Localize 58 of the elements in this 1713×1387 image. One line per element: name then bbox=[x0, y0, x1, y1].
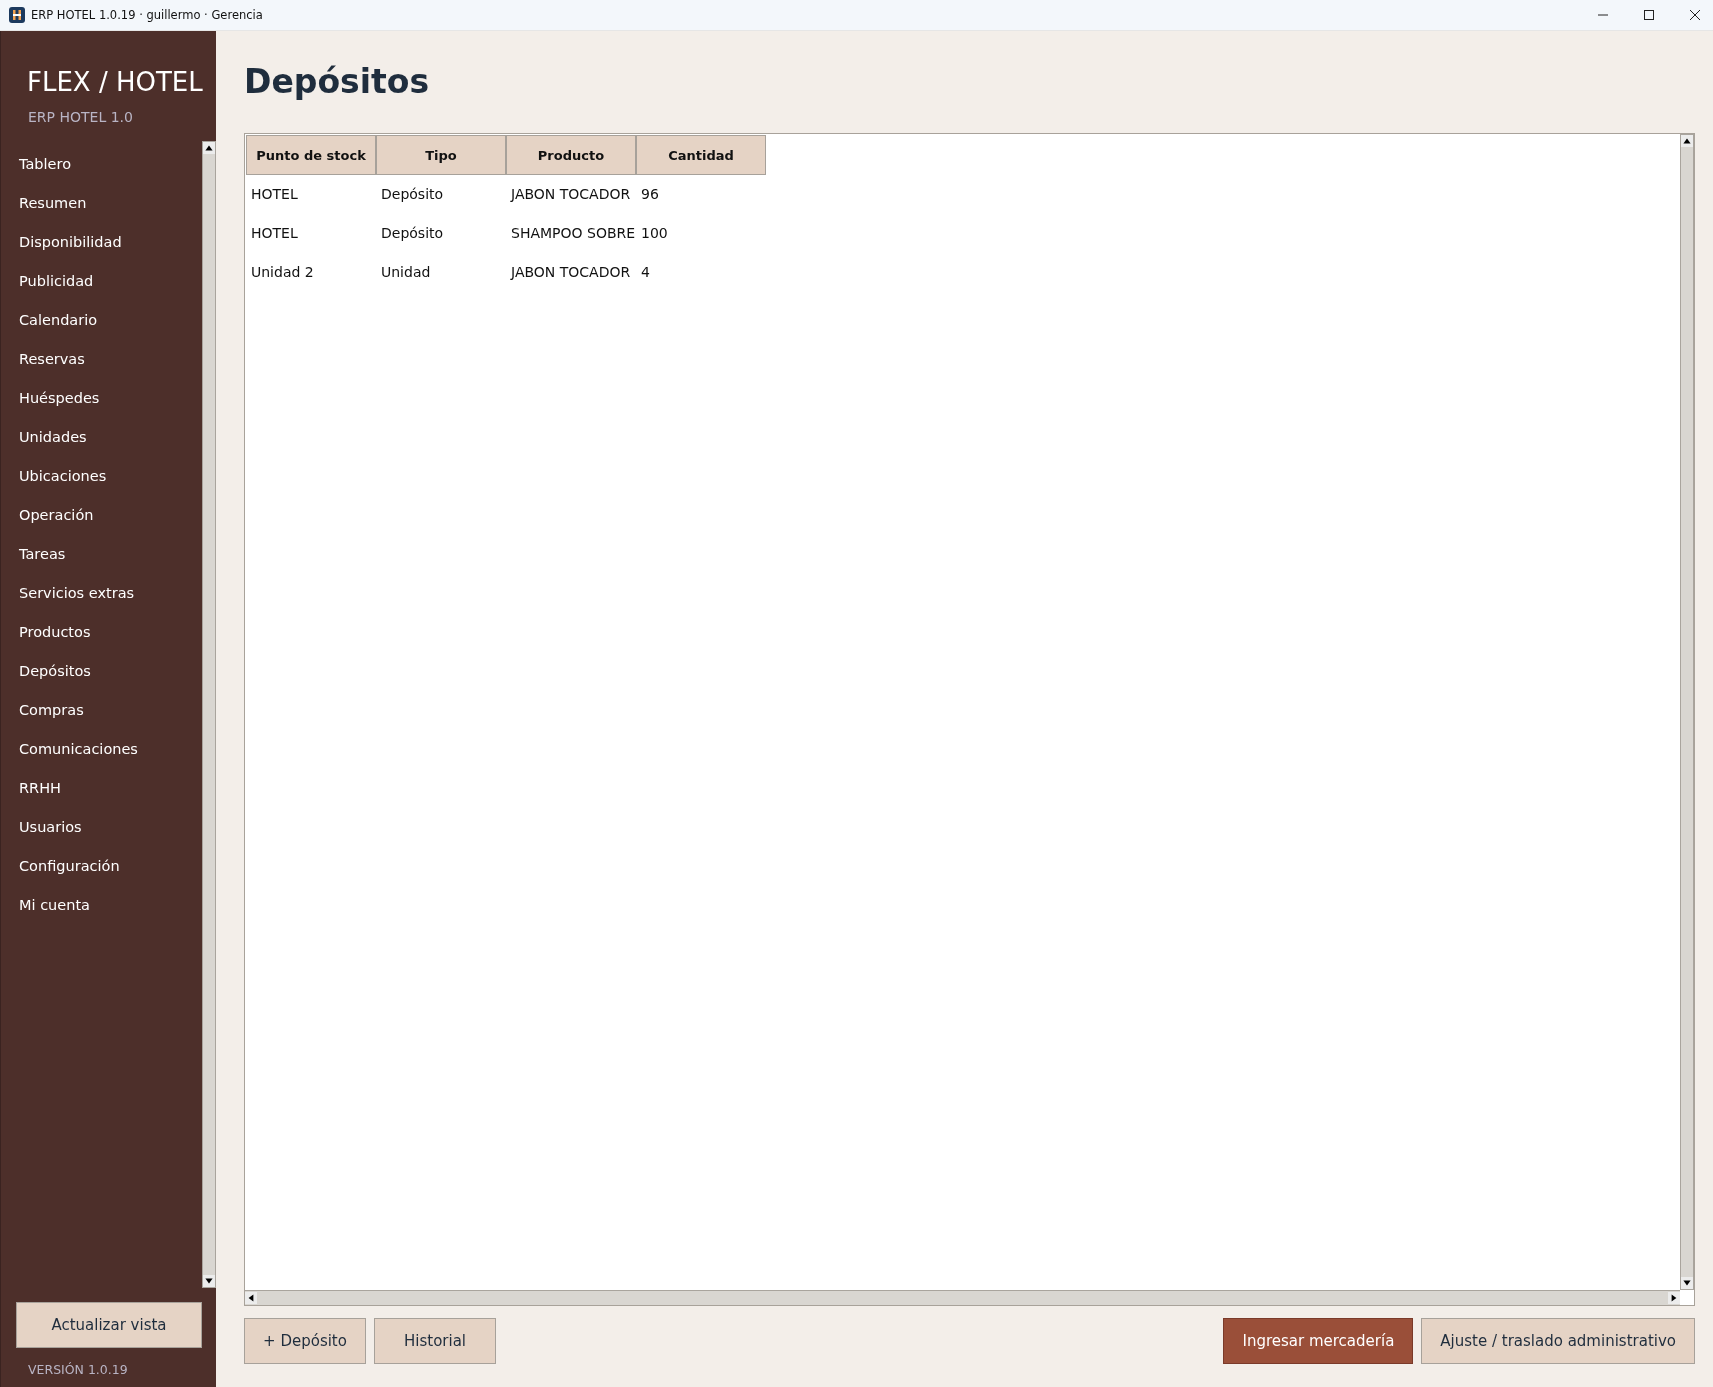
nav-item[interactable]: Comunicaciones bbox=[1, 730, 202, 769]
table-cell-text: JABON TOCADOR bbox=[509, 263, 632, 282]
nav-item[interactable]: Usuarios bbox=[1, 808, 202, 847]
scroll-up-icon[interactable] bbox=[1681, 135, 1693, 147]
table-cell-text: Depósito bbox=[380, 224, 445, 243]
column-header[interactable]: Producto bbox=[506, 135, 636, 175]
nav-item[interactable]: Calendario bbox=[1, 301, 202, 340]
table-cell-text: Depósito bbox=[380, 185, 445, 204]
action-button[interactable]: + Depósito bbox=[244, 1318, 366, 1364]
nav-item[interactable]: RRHH bbox=[1, 769, 202, 808]
scroll-left-icon[interactable] bbox=[245, 1292, 257, 1304]
scrollbar[interactable] bbox=[1680, 134, 1694, 1290]
nav-item[interactable]: Productos bbox=[1, 613, 202, 652]
scroll-right-icon[interactable] bbox=[1668, 1292, 1680, 1304]
page-title: Depósitos bbox=[244, 61, 431, 103]
app-icon bbox=[9, 7, 25, 23]
brand-title: FLEX / HOTEL bbox=[27, 67, 204, 97]
nav-item[interactable]: Servicios extras bbox=[1, 574, 202, 613]
version-label: VERSIÓN 1.0.19 bbox=[28, 1362, 129, 1379]
nav-item[interactable]: Tablero bbox=[1, 145, 202, 184]
column-header[interactable]: Tipo bbox=[376, 135, 506, 175]
close-icon[interactable] bbox=[1689, 9, 1701, 21]
action-button[interactable]: Historial bbox=[374, 1318, 496, 1364]
scroll-down-icon[interactable] bbox=[1681, 1277, 1693, 1289]
maximize-icon[interactable] bbox=[1643, 9, 1655, 21]
scroll-down-icon[interactable] bbox=[203, 1275, 215, 1287]
nav-item[interactable]: Configuración bbox=[1, 847, 202, 886]
scrollbar[interactable] bbox=[245, 1290, 1680, 1305]
window-title: ERP HOTEL 1.0.19 · guillermo · Gerencia bbox=[31, 8, 263, 22]
nav-item[interactable]: Ubicaciones bbox=[1, 457, 202, 496]
refresh-button[interactable]: Actualizar vista bbox=[16, 1302, 202, 1348]
table-cell-text: JABON TOCADOR bbox=[509, 185, 632, 204]
nav-item[interactable]: Tareas bbox=[1, 535, 202, 574]
action-button[interactable]: Ingresar mercadería bbox=[1223, 1318, 1414, 1364]
nav-item[interactable]: Operación bbox=[1, 496, 202, 535]
table-cell-text: 96 bbox=[640, 185, 660, 204]
nav-item[interactable]: Huéspedes bbox=[1, 379, 202, 418]
column-header[interactable]: Punto de stock bbox=[246, 135, 376, 175]
nav-item[interactable]: Depósitos bbox=[1, 652, 202, 691]
nav-item[interactable]: Mi cuenta bbox=[1, 886, 202, 925]
scrollbar[interactable] bbox=[202, 141, 216, 1288]
nav-item[interactable]: Resumen bbox=[1, 184, 202, 223]
table-cell-text: SHAMPOO SOBRE bbox=[510, 224, 636, 243]
table-cell-text: 100 bbox=[640, 224, 669, 243]
brand-subtitle: ERP HOTEL 1.0 bbox=[28, 109, 134, 125]
nav-item[interactable]: Disponibilidad bbox=[1, 223, 202, 262]
table-cell-text: 4 bbox=[640, 263, 651, 282]
nav-item[interactable]: Publicidad bbox=[1, 262, 202, 301]
table-cell-text: Unidad bbox=[380, 263, 432, 282]
scroll-up-icon[interactable] bbox=[203, 142, 215, 154]
nav-item[interactable]: Unidades bbox=[1, 418, 202, 457]
action-button[interactable]: Ajuste / traslado administrativo bbox=[1421, 1318, 1695, 1364]
table-cell-text: HOTEL bbox=[250, 185, 299, 204]
nav-item[interactable]: Reservas bbox=[1, 340, 202, 379]
column-header[interactable]: Cantidad bbox=[636, 135, 766, 175]
table-cell-text: Unidad 2 bbox=[250, 263, 315, 282]
nav-item[interactable]: Compras bbox=[1, 691, 202, 730]
table-cell-text: HOTEL bbox=[250, 224, 299, 243]
